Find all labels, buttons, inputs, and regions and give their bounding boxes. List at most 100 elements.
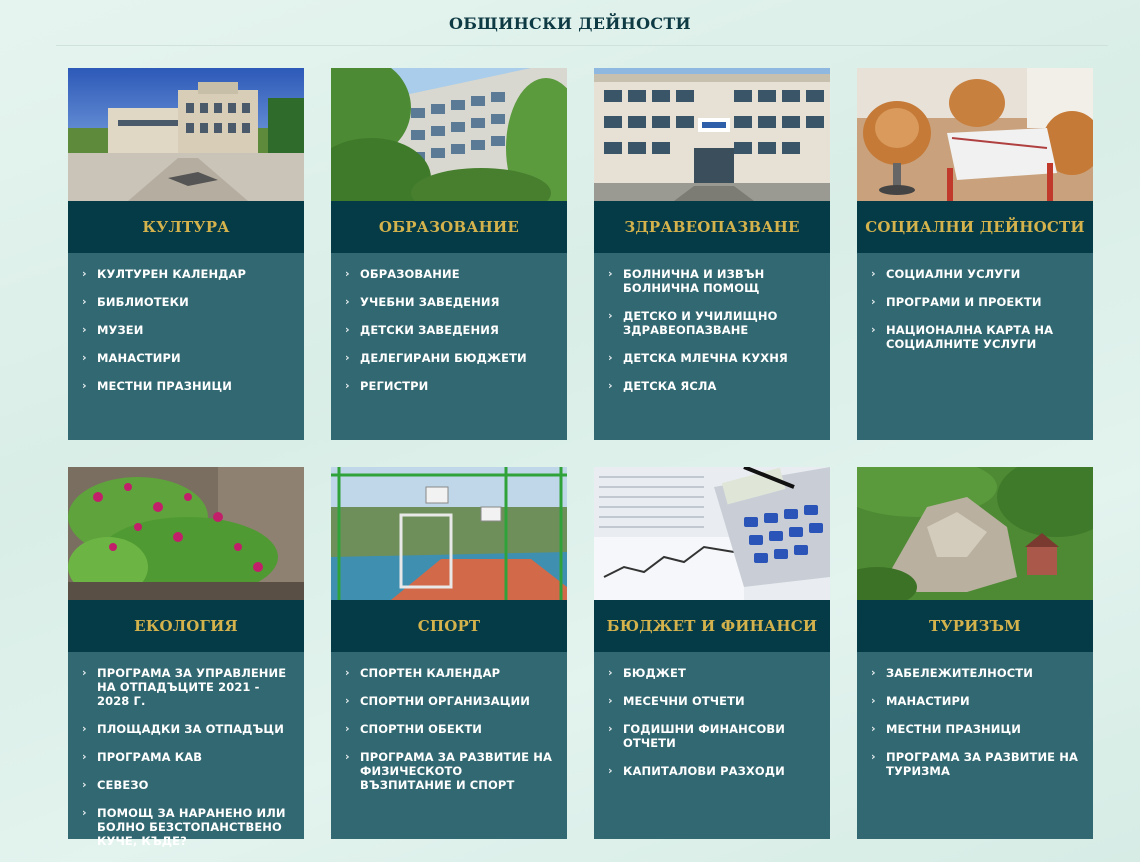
link-item[interactable]: › ДЕТСКО И УЧИЛИЩНО ЗДРАВЕОПАЗВАНЕ [608, 309, 816, 337]
link-item[interactable]: › ДЕЛЕГИРАНИ БЮДЖЕТИ [345, 351, 553, 365]
flowers-plant-photo[interactable] [68, 467, 304, 600]
chevron-right-icon: › [871, 694, 876, 707]
chevron-right-icon: › [82, 778, 87, 791]
link-item[interactable]: › ПЛОЩАДКИ ЗА ОТПАДЪЦИ [82, 722, 290, 736]
link-item[interactable]: › НАЦИОНАЛНА КАРТА НА СОЦИАЛНИТЕ УСЛУГИ [871, 323, 1079, 351]
link-item[interactable]: › УЧЕБНИ ЗАВЕДЕНИЯ [345, 295, 553, 309]
chevron-right-icon: › [608, 722, 613, 735]
link-item[interactable]: › СПОРТЕН КАЛЕНДАР [345, 666, 553, 680]
card-sport: СПОРТ › СПОРТЕН КАЛЕНДАР › СПОРТНИ ОРГАНИЗ… [331, 467, 567, 839]
chevron-right-icon: › [82, 379, 87, 392]
link-list: › ПРОГРАМА ЗА УПРАВЛЕНИЕ НА ОТПАДЪЦИТЕ 20… [68, 652, 304, 848]
link-item[interactable]: › ДЕТСКА ЯСЛА [608, 379, 816, 393]
card-education: ОБРАЗОВАНИЕ › ОБРАЗОВАНИЕ › УЧЕБНИ ЗАВЕДЕН… [331, 68, 567, 440]
link-list: › ЗАБЕЛЕЖИТЕЛНОСТИ › МАНАСТИРИ › МЕСТНИ ПРА… [857, 652, 1093, 778]
chevron-right-icon: › [608, 267, 613, 280]
link-item[interactable]: › МЕСЕЧНИ ОТЧЕТИ [608, 694, 816, 708]
link-list: › БОЛНИЧНА И ИЗВЪН БОЛНИЧНА ПОМОЩ › ДЕТСКО… [594, 253, 830, 393]
link-item[interactable]: › МУЗЕИ [82, 323, 290, 337]
link-item[interactable]: › БОЛНИЧНА И ИЗВЪН БОЛНИЧНА ПОМОЩ [608, 267, 816, 295]
link-item[interactable]: › КАПИТАЛОВИ РАЗХОДИ [608, 764, 816, 778]
link-item[interactable]: › ОБРАЗОВАНИЕ [345, 267, 553, 281]
card-title[interactable]: БЮДЖЕТ И ФИНАНСИ [594, 600, 830, 652]
card-title[interactable]: ЗДРАВЕОПАЗВАНЕ [594, 201, 830, 253]
link-item[interactable]: › СПОРТНИ ОРГАНИЗАЦИИ [345, 694, 553, 708]
chevron-right-icon: › [608, 764, 613, 777]
card-tourism: ТУРИЗЪМ › ЗАБЕЛЕЖИТЕЛНОСТИ › МАНАСТИРИ › МЕ… [857, 467, 1093, 839]
link-item[interactable]: › СОЦИАЛНИ УСЛУГИ [871, 267, 1079, 281]
card-title[interactable]: СОЦИАЛНИ ДЕЙНОСТИ [857, 201, 1093, 253]
link-item[interactable]: › ПРОГРАМА ЗА УПРАВЛЕНИЕ НА ОТПАДЪЦИТЕ 20… [82, 666, 290, 708]
chevron-right-icon: › [871, 666, 876, 679]
link-item[interactable]: › МАНАСТИРИ [871, 694, 1079, 708]
link-list: › БЮДЖЕТ › МЕСЕЧНИ ОТЧЕТИ › ГОДИШНИ ФИНАНСО… [594, 652, 830, 778]
link-item[interactable]: › РЕГИСТРИ [345, 379, 553, 393]
chevron-right-icon: › [345, 694, 350, 707]
chevron-right-icon: › [345, 722, 350, 735]
chevron-right-icon: › [345, 323, 350, 336]
chevron-right-icon: › [871, 750, 876, 763]
finance-calculator-photo[interactable] [594, 467, 830, 600]
card-finance: БЮДЖЕТ И ФИНАНСИ › БЮДЖЕТ › МЕСЕЧНИ ОТЧЕТИ… [594, 467, 830, 839]
card-title[interactable]: КУЛТУРА [68, 201, 304, 253]
chevron-right-icon: › [82, 666, 87, 679]
chevron-right-icon: › [871, 267, 876, 280]
link-list: › КУЛТУРЕН КАЛЕНДАР › БИБЛИОТЕКИ › МУЗЕИ › М… [68, 253, 304, 393]
card-title[interactable]: СПОРТ [331, 600, 567, 652]
link-item[interactable]: › ГОДИШНИ ФИНАНСОВИ ОТЧЕТИ [608, 722, 816, 750]
chevron-right-icon: › [608, 309, 613, 322]
link-item[interactable]: › КУЛТУРЕН КАЛЕНДАР [82, 267, 290, 281]
card-healthcare: ЗДРАВЕОПАЗВАНЕ › БОЛНИЧНА И ИЗВЪН БОЛНИЧН… [594, 68, 830, 440]
link-item[interactable]: › ПРОГРАМИ И ПРОЕКТИ [871, 295, 1079, 309]
fortress-landscape-photo[interactable] [857, 467, 1093, 600]
link-item[interactable]: › СЕВЕЗО [82, 778, 290, 792]
sports-court-photo[interactable] [331, 467, 567, 600]
chevron-right-icon: › [82, 806, 87, 819]
school-building-photo[interactable] [331, 68, 567, 201]
chevron-right-icon: › [345, 750, 350, 763]
chevron-right-icon: › [82, 750, 87, 763]
chevron-right-icon: › [871, 295, 876, 308]
link-item[interactable]: › ПРОГРАМА ЗА РАЗВИТИЕ НА ФИЗИЧЕСКОТО ВЪЗ… [345, 750, 553, 792]
chevron-right-icon: › [82, 267, 87, 280]
link-item[interactable]: › ЗАБЕЛЕЖИТЕЛНОСТИ [871, 666, 1079, 680]
hospital-building-photo[interactable] [594, 68, 830, 201]
card-ecology: ЕКОЛОГИЯ › ПРОГРАМА ЗА УПРАВЛЕНИЕ НА ОТПА… [68, 467, 304, 848]
link-item[interactable]: › БЮДЖЕТ [608, 666, 816, 680]
social-room-photo[interactable] [857, 68, 1093, 201]
link-item[interactable]: › ПРОГРАМА ЗА РАЗВИТИЕ НА ТУРИЗМА [871, 750, 1079, 778]
card-title[interactable]: ОБРАЗОВАНИЕ [331, 201, 567, 253]
chevron-right-icon: › [82, 295, 87, 308]
link-item[interactable]: › МЕСТНИ ПРАЗНИЦИ [82, 379, 290, 393]
link-item[interactable]: › БИБЛИОТЕКИ [82, 295, 290, 309]
link-item[interactable]: › ДЕТСКА МЛЕЧНА КУХНЯ [608, 351, 816, 365]
activities-grid: КУЛТУРА › КУЛТУРЕН КАЛЕНДАР › БИБЛИОТЕКИ ›… [68, 68, 1093, 848]
chevron-right-icon: › [82, 351, 87, 364]
link-list: › СПОРТЕН КАЛЕНДАР › СПОРТНИ ОРГАНИЗАЦИИ ›… [331, 652, 567, 792]
chevron-right-icon: › [345, 267, 350, 280]
section-title: ОБЩИНСКИ ДЕЙНОСТИ [449, 14, 691, 33]
card-title[interactable]: ТУРИЗЪМ [857, 600, 1093, 652]
chevron-right-icon: › [871, 722, 876, 735]
link-list: › СОЦИАЛНИ УСЛУГИ › ПРОГРАМИ И ПРОЕКТИ › НА… [857, 253, 1093, 351]
link-item[interactable]: › ПРОГРАМА КАВ [82, 750, 290, 764]
chevron-right-icon: › [82, 722, 87, 735]
link-item[interactable]: › СПОРТНИ ОБЕКТИ [345, 722, 553, 736]
link-item[interactable]: › ДЕТСКИ ЗАВЕДЕНИЯ [345, 323, 553, 337]
card-title[interactable]: ЕКОЛОГИЯ [68, 600, 304, 652]
chevron-right-icon: › [345, 295, 350, 308]
chevron-right-icon: › [871, 323, 876, 336]
chevron-right-icon: › [345, 666, 350, 679]
link-item[interactable]: › ПОМОЩ ЗА НАРАНЕНО ИЛИ БОЛНО БЕЗСТОПАНСТ… [82, 806, 290, 848]
culture-building-photo[interactable] [68, 68, 304, 201]
card-culture: КУЛТУРА › КУЛТУРЕН КАЛЕНДАР › БИБЛИОТЕКИ ›… [68, 68, 304, 440]
link-item[interactable]: › МЕСТНИ ПРАЗНИЦИ [871, 722, 1079, 736]
card-social: СОЦИАЛНИ ДЕЙНОСТИ › СОЦИАЛНИ УСЛУГИ › ПРОГ… [857, 68, 1093, 440]
chevron-right-icon: › [345, 379, 350, 392]
link-item[interactable]: › МАНАСТИРИ [82, 351, 290, 365]
chevron-right-icon: › [608, 351, 613, 364]
chevron-right-icon: › [345, 351, 350, 364]
chevron-right-icon: › [608, 694, 613, 707]
link-list: › ОБРАЗОВАНИЕ › УЧЕБНИ ЗАВЕДЕНИЯ › ДЕТСКИ З… [331, 253, 567, 393]
chevron-right-icon: › [608, 666, 613, 679]
